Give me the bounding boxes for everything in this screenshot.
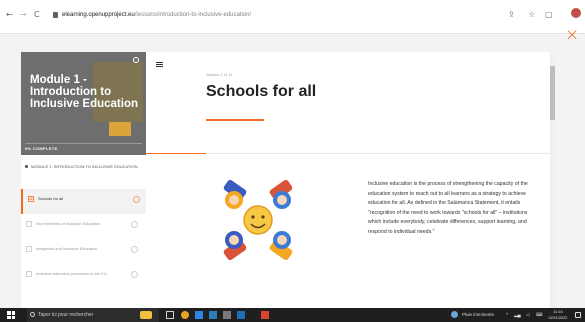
weather-icon[interactable] xyxy=(451,311,458,318)
lesson-doc-icon xyxy=(28,196,34,202)
volume-icon[interactable]: ◁ xyxy=(526,311,529,319)
section-heading[interactable]: MODULE 1: INTRODUCTION TO INCLUSIVE EDUC… xyxy=(25,164,143,170)
hero-decoration xyxy=(109,122,131,136)
lesson-doc-icon xyxy=(26,221,32,227)
lesson-label: Integrated and Inclusive Education xyxy=(36,246,98,251)
powerpoint-icon[interactable] xyxy=(261,311,269,319)
module-title: Module 1 - Introduction to Inclusive Edu… xyxy=(30,74,138,110)
progress-circle-icon xyxy=(131,271,138,278)
lesson-doc-icon xyxy=(26,271,32,277)
section-counter: Section 1 of 11 xyxy=(206,72,233,77)
course-sidebar: Module 1 - Introduction to Inclusive Edu… xyxy=(21,52,146,308)
bullet-icon xyxy=(25,165,28,168)
content-divider xyxy=(146,153,554,154)
profile-avatar[interactable] xyxy=(571,8,581,18)
close-icon[interactable]: × xyxy=(565,26,579,44)
lesson-title: Schools for all xyxy=(206,83,317,100)
browser-toolbar: ← → C elearning.openupproject.eu/lessons… xyxy=(0,0,585,34)
keyboard-layout-icon[interactable]: ⌨ xyxy=(536,311,543,319)
tray-chevron-icon[interactable]: ^ xyxy=(506,311,508,319)
system-clock[interactable]: 11:16 02/11/2022 xyxy=(545,309,571,321)
app-window: ← → C elearning.openupproject.eu/lessons… xyxy=(0,0,585,322)
url-path: /lessons/introduction-to-inclusive-educa… xyxy=(134,12,252,18)
lesson-item[interactable]: Inclusive education panorama in the EU xyxy=(21,264,146,289)
search-icon xyxy=(30,312,35,317)
children-circle-illustration xyxy=(223,179,293,261)
network-icon[interactable]: ▂▄ xyxy=(514,311,521,319)
lesson-label: Key elements of Inclusive Education xyxy=(36,221,101,226)
word-icon[interactable] xyxy=(237,311,245,319)
progress-circle-icon xyxy=(131,221,138,228)
edge-icon[interactable] xyxy=(195,311,203,319)
file-explorer-icon[interactable] xyxy=(223,311,231,319)
lesson-label: Schools for all xyxy=(38,196,64,201)
progress-circle-icon xyxy=(131,246,138,253)
lesson-doc-icon xyxy=(26,246,32,252)
scrollbar-thumb[interactable] xyxy=(550,66,555,120)
weather-label[interactable]: Pluie imminente xyxy=(462,311,494,319)
module-hero: Module 1 - Introduction to Inclusive Edu… xyxy=(21,52,146,155)
lesson-progress-indicator xyxy=(146,153,206,154)
title-underline xyxy=(206,119,264,121)
progress-bar xyxy=(25,143,142,144)
notification-icon[interactable] xyxy=(575,312,581,318)
taskbar: Taper ici pour rechercher Pluie imminent… xyxy=(0,308,585,322)
chrome-icon[interactable] xyxy=(181,311,189,319)
forward-button[interactable]: → xyxy=(20,10,27,20)
back-button[interactable]: ← xyxy=(6,10,13,20)
section-heading-label: MODULE 1: INTRODUCTION TO INCLUSIVE EDUC… xyxy=(31,164,138,169)
lesson-content: Section 1 of 11 Schools for all Inclusiv… xyxy=(146,52,554,308)
sidebar-panel-icon[interactable]: ▢ xyxy=(545,9,553,20)
mail-icon[interactable] xyxy=(209,311,217,319)
menu-icon[interactable] xyxy=(156,62,163,67)
progress-label: 0% COMPLETE xyxy=(25,146,58,151)
reload-button[interactable]: C xyxy=(34,10,40,20)
lesson-item[interactable]: Integrated and Inclusive Education xyxy=(21,239,146,264)
lock-icon xyxy=(53,12,58,18)
progress-circle-icon xyxy=(133,196,140,203)
task-view-icon[interactable] xyxy=(166,311,174,319)
lesson-item[interactable]: Key elements of Inclusive Education xyxy=(21,214,146,239)
clock-date: 02/11/2022 xyxy=(548,316,568,320)
windows-start-icon[interactable] xyxy=(7,311,15,319)
lesson-item[interactable]: Schools for all xyxy=(21,189,146,214)
search-icon[interactable] xyxy=(133,57,139,63)
taskbar-widget-icon[interactable] xyxy=(140,311,152,319)
lesson-body-text: Inclusive education is the process of st… xyxy=(368,181,528,235)
address-bar[interactable]: elearning.openupproject.eu/lessons/intro… xyxy=(62,10,251,20)
taskbar-search-placeholder: Taper ici pour rechercher xyxy=(38,312,94,318)
star-icon[interactable]: ☆ xyxy=(528,9,535,20)
share-icon[interactable]: ⇪ xyxy=(508,9,515,20)
url-host: elearning.openupproject.eu xyxy=(62,12,135,18)
lesson-label: Inclusive education panorama in the EU xyxy=(36,271,107,276)
